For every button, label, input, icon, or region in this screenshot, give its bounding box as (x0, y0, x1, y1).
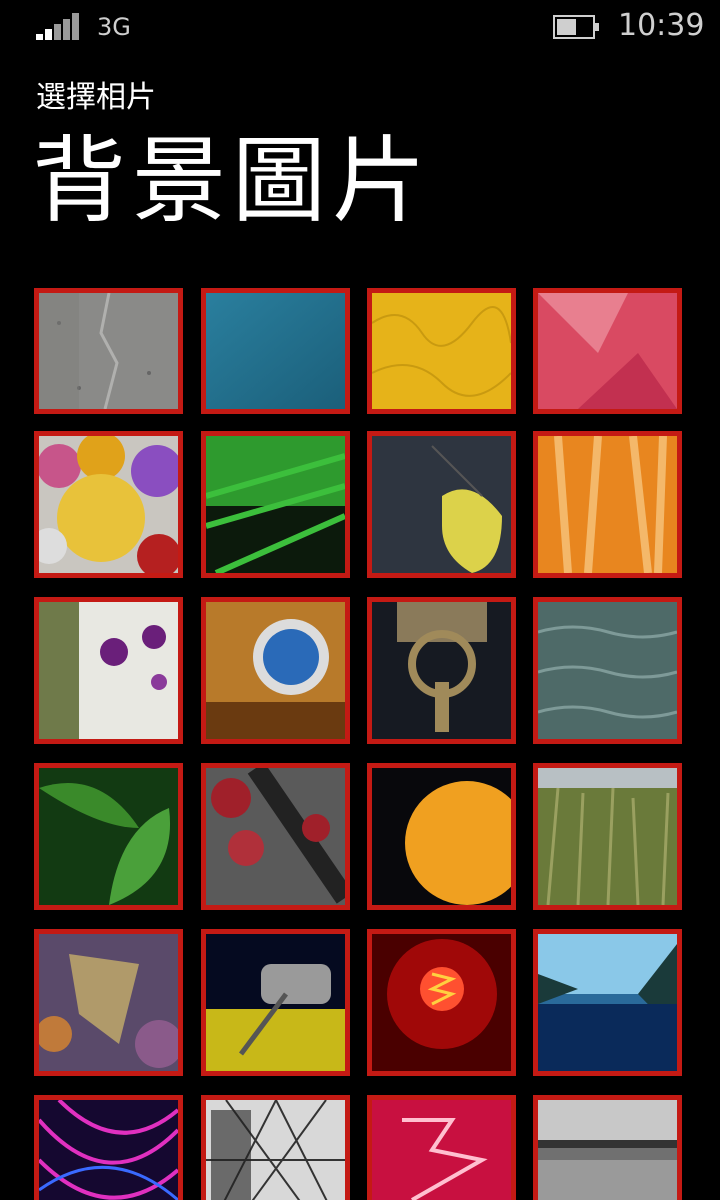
clock-time: 10:39 (618, 8, 705, 43)
photo-thumbnail (206, 934, 345, 1071)
photo-tile-motorcycle-headlight[interactable] (201, 597, 350, 744)
photo-tile-water-waves[interactable] (533, 597, 682, 744)
photo-tile-orange-wood[interactable] (533, 431, 682, 578)
photo-tile-car-mirror[interactable] (201, 929, 350, 1076)
photo-thumbnail (372, 768, 511, 905)
photo-tile-neon-sign[interactable] (367, 1095, 516, 1200)
photo-thumbnail (206, 602, 345, 739)
photo-thumbnail (39, 934, 178, 1071)
battery-icon (553, 15, 599, 39)
photo-tile-beach-sunset[interactable] (533, 1095, 682, 1200)
photo-thumbnail (39, 602, 178, 739)
photo-tile-yellow-pattern[interactable] (367, 288, 516, 414)
photo-thumbnail (206, 1100, 345, 1200)
photo-tile-glass-marbles[interactable] (34, 431, 183, 578)
photo-thumbnail (538, 1100, 677, 1200)
photo-tile-ivy-stairs[interactable] (201, 763, 350, 910)
photo-thumbnail (538, 768, 677, 905)
photo-thumbnail (538, 436, 677, 573)
photo-tile-green-stems[interactable] (201, 431, 350, 578)
photo-thumbnail (372, 934, 511, 1071)
signal-bars-icon (36, 12, 82, 40)
photo-tile-yellow-leaf[interactable] (367, 431, 516, 578)
photo-thumbnail (39, 293, 178, 409)
photo-thumbnail (372, 293, 511, 409)
photo-thumbnail (206, 768, 345, 905)
photo-thumbnail (372, 1100, 511, 1200)
photo-tile-blue-texture[interactable] (201, 288, 350, 414)
photo-tile-orange-sphere[interactable] (367, 763, 516, 910)
page-subtitle: 選擇相片 (36, 80, 156, 115)
status-bar: 3G 10:39 (0, 0, 720, 54)
photo-tile-purple-berries[interactable] (34, 597, 183, 744)
photo-thumbnail (39, 768, 178, 905)
photo-thumbnail (39, 436, 178, 573)
photo-tile-ferris-wheel[interactable] (201, 1095, 350, 1200)
photo-grid (34, 288, 686, 1200)
photo-tile-pink-petals[interactable] (533, 288, 682, 414)
photo-thumbnail (538, 602, 677, 739)
photo-tile-light-bulb[interactable] (367, 929, 516, 1076)
photo-tile-autumn-leaves[interactable] (34, 929, 183, 1076)
photo-thumbnail (538, 934, 677, 1071)
photo-tile-tall-grass[interactable] (533, 763, 682, 910)
photo-thumbnail (538, 293, 677, 409)
photo-thumbnail (206, 436, 345, 573)
photo-tile-door-knocker[interactable] (367, 597, 516, 744)
photo-tile-blue-lake[interactable] (533, 929, 682, 1076)
network-type: 3G (97, 13, 131, 41)
photo-thumbnail (39, 1100, 178, 1200)
photo-thumbnail (372, 602, 511, 739)
photo-tile-light-trails[interactable] (34, 1095, 183, 1200)
photo-thumbnail (206, 293, 345, 409)
photo-tile-green-leaves[interactable] (34, 763, 183, 910)
photo-tile-concrete[interactable] (34, 288, 183, 414)
photo-thumbnail (372, 436, 511, 573)
page-title: 背景圖片 (32, 127, 433, 236)
